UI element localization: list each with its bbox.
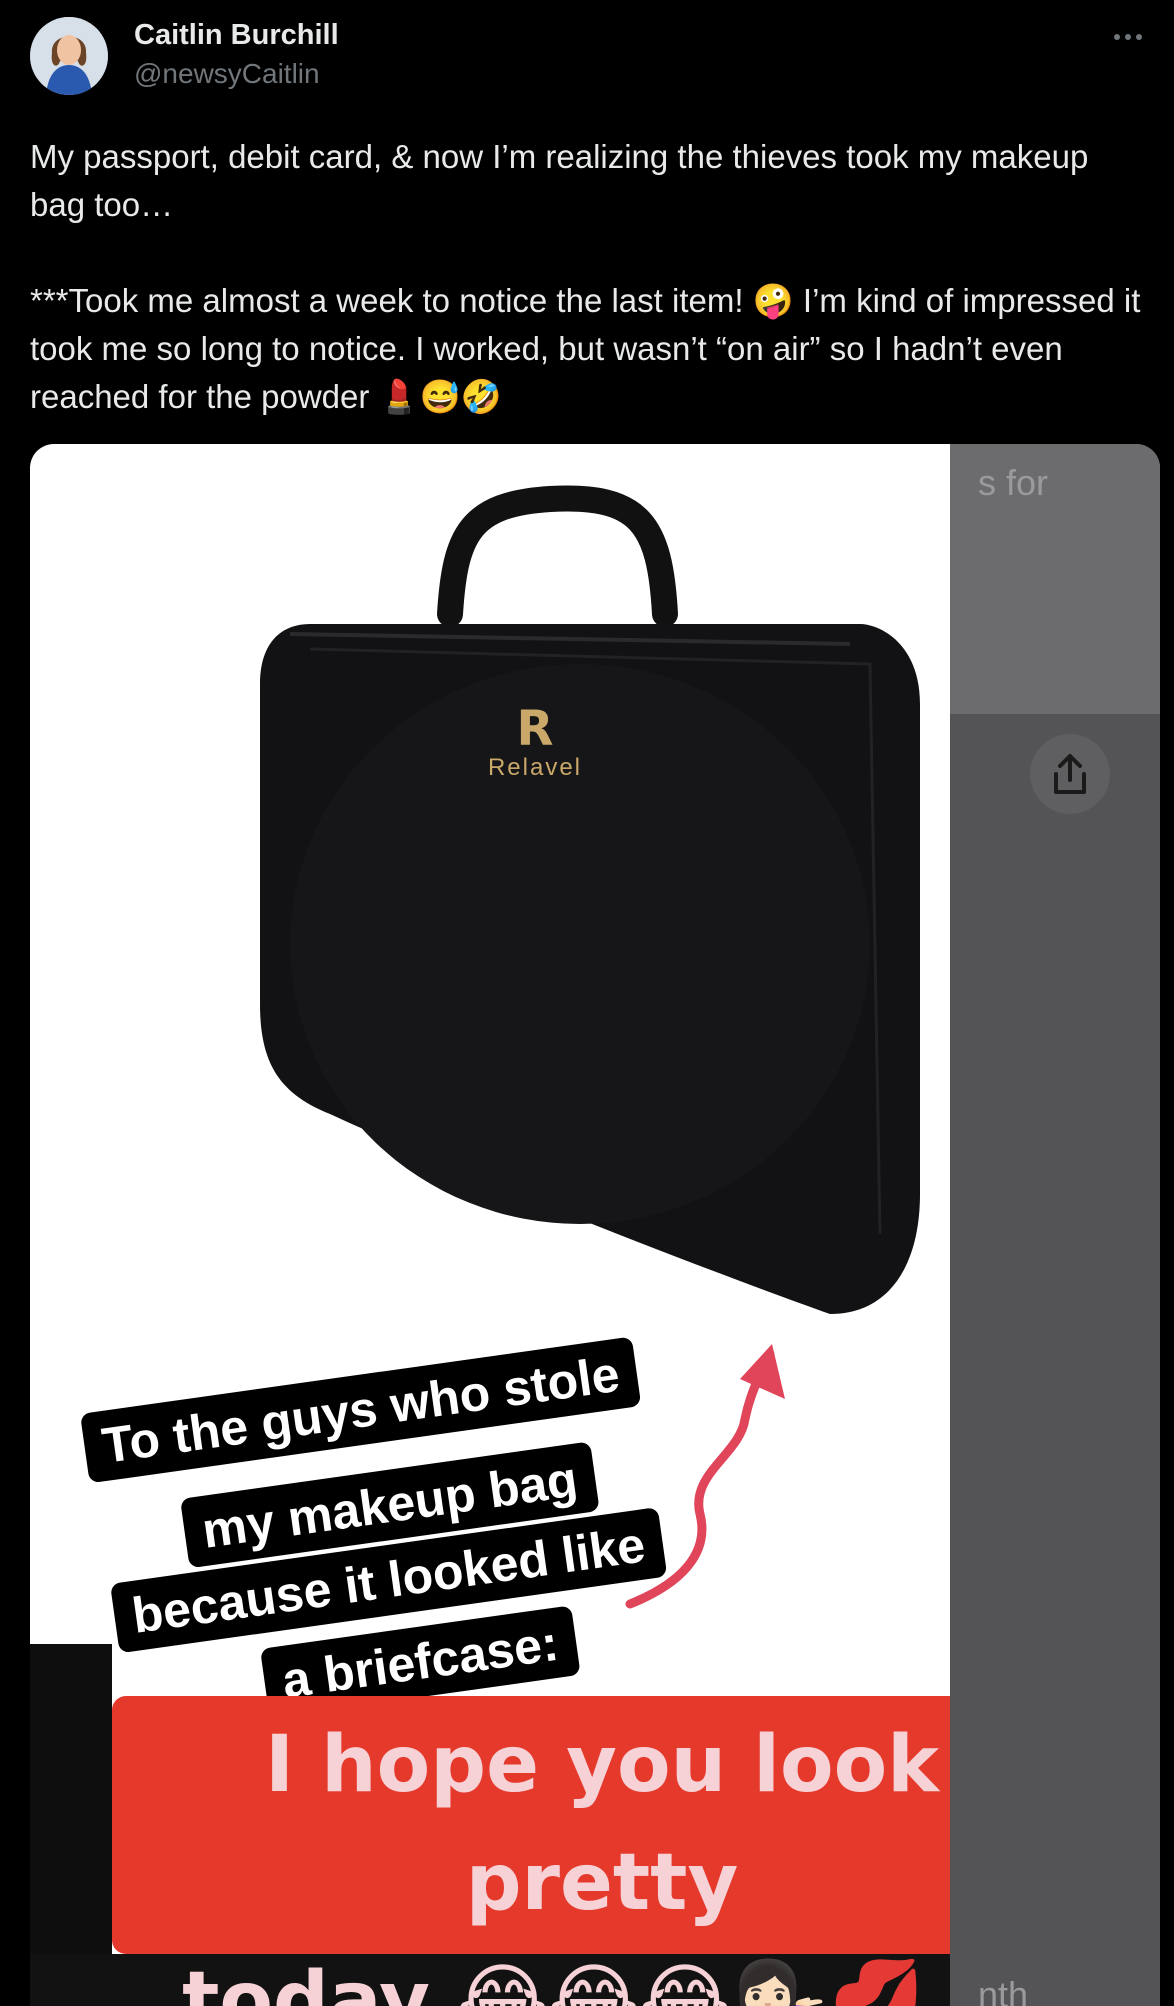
caption-block: To the guys who stole my makeup bag beca… [70,1264,690,1654]
user-handle[interactable]: @newsyCaitlin [134,58,320,90]
tweet-text: My passport, debit card, & now I’m reali… [30,138,1141,415]
adjacent-text-bottom: nth [978,1974,1029,2006]
brand-logo-mark: R [516,701,554,757]
display-name[interactable]: Caitlin Burchill [134,19,339,52]
share-icon[interactable] [1030,734,1110,814]
brand-logo-text: Relavel [487,754,583,781]
drawer-image [30,1644,112,2006]
avatar[interactable] [30,17,108,95]
adjacent-media-panel: s for nth [950,444,1160,2006]
makeup-bag-image: R Relavel [220,474,940,1334]
adjacent-text-top: s for [978,462,1049,503]
banner-line-2: today 😂😂😂💁🏻‍♀️💋💄 [182,1956,1022,2006]
banner-line-1: I hope you look pretty [264,1720,940,1928]
avatar-portrait [30,17,108,95]
tweet-media[interactable]: R Relavel To the guys who stole my makeu… [30,444,1160,2006]
tweet-header: Caitlin Burchill @newsyCaitlin [0,0,1174,100]
red-banner: I hope you look pretty today 😂😂😂💁🏻‍♀️💋💄 [112,1696,1080,2006]
red-arrow-doodle [620,1324,800,1629]
banner-text: I hope you look pretty today 😂😂😂💁🏻‍♀️💋💄 [142,1706,1062,2006]
brand-logo: R Relavel [475,704,595,782]
more-horizontal-icon[interactable] [1108,22,1148,52]
